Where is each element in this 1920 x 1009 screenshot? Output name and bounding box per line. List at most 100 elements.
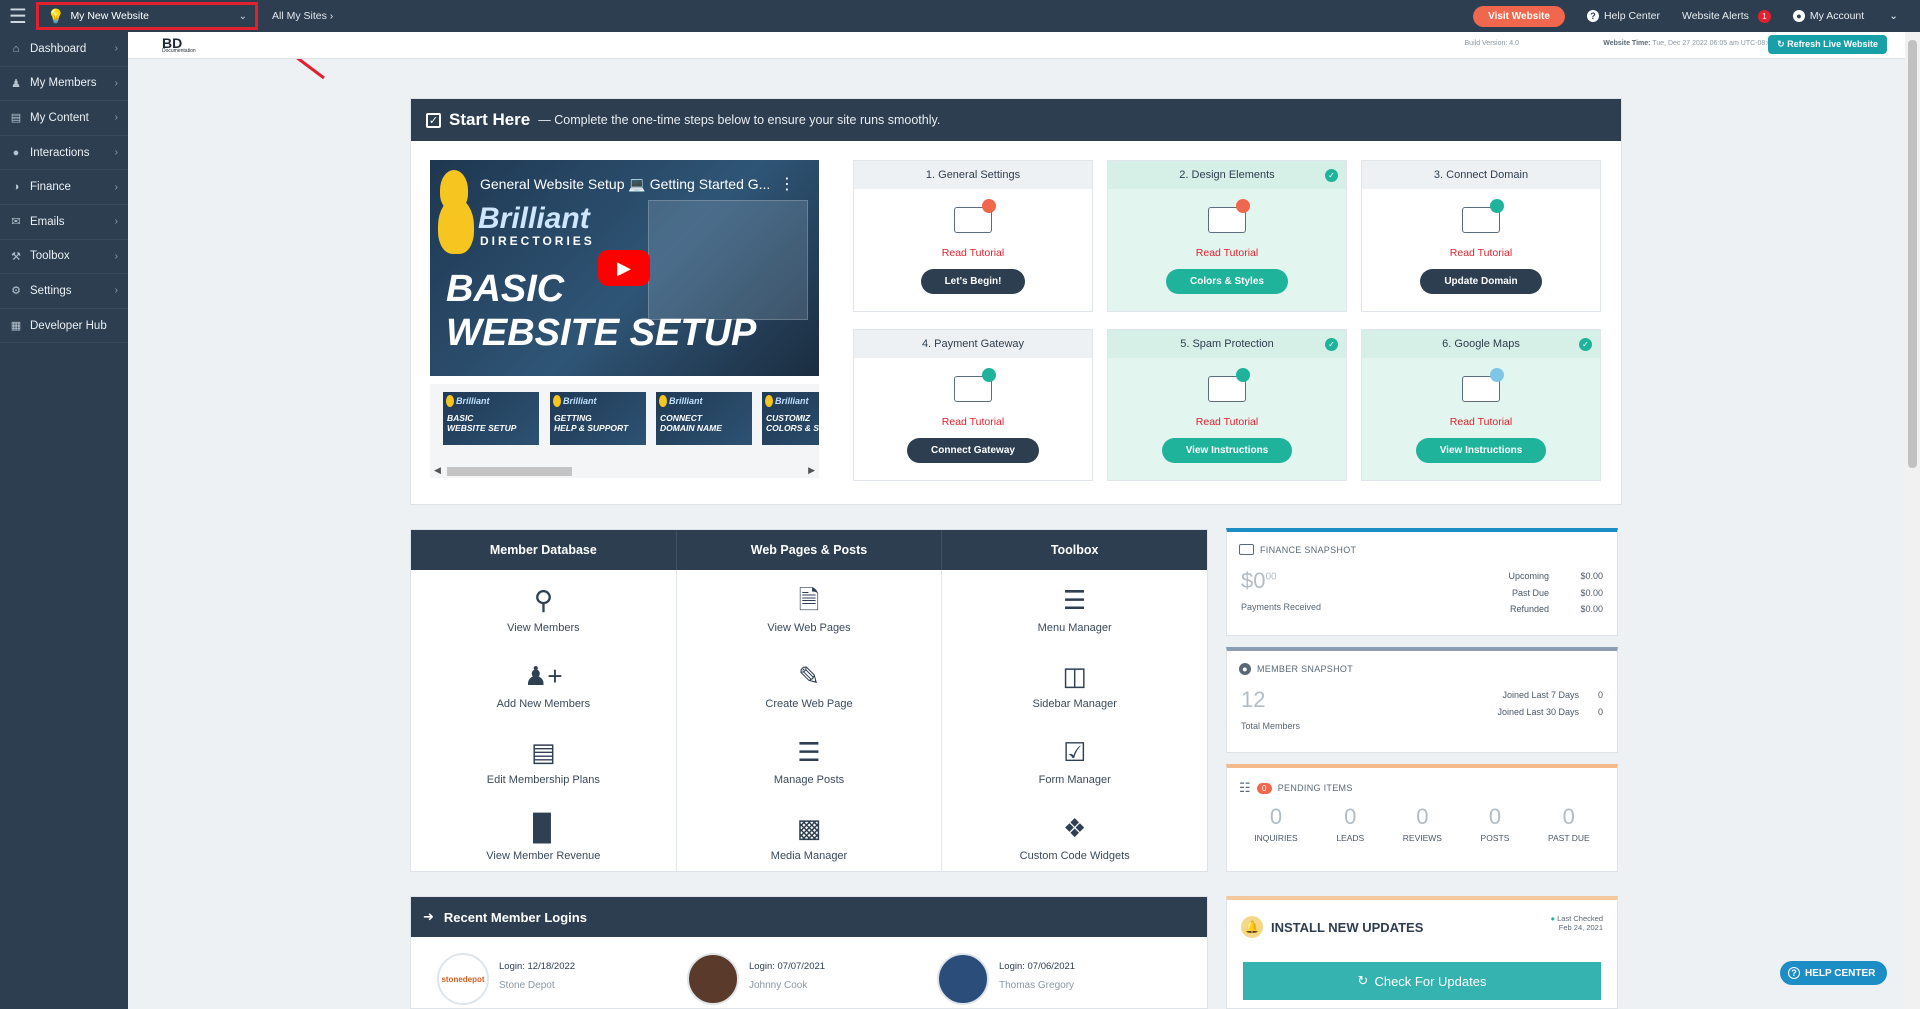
- custom-code-widgets-link[interactable]: ❖ Custom Code Widgets: [942, 812, 1207, 888]
- page-scrollbar[interactable]: [1905, 32, 1920, 1009]
- quick-links-header: Member Database Web Pages & Posts Toolbo…: [411, 530, 1207, 570]
- list-icon: ☰: [1063, 585, 1087, 615]
- form-manager-link[interactable]: ☑ Form Manager: [942, 736, 1207, 812]
- page-scrollbar-thumb[interactable]: [1908, 40, 1917, 468]
- finance-amount-cents: 00: [1265, 571, 1277, 583]
- video-brand-sub: DIRECTORIES: [480, 234, 595, 248]
- user-circle-icon: ●: [1792, 10, 1805, 22]
- sidebar-item-toolbox[interactable]: ⚒ Toolbox ›: [0, 240, 128, 275]
- login-item[interactable]: Login: 07/06/2021 Thomas Gregory: [937, 953, 1075, 1005]
- read-tutorial-link[interactable]: Read Tutorial: [1108, 416, 1346, 428]
- menu-manager-link[interactable]: ☰ Menu Manager: [942, 584, 1207, 660]
- visit-website-button[interactable]: Visit Website: [1473, 5, 1565, 27]
- image-icon: ▩: [796, 813, 822, 843]
- sidebar-item-label: Finance: [30, 181, 71, 194]
- update-domain-button[interactable]: Update Domain: [1420, 269, 1542, 294]
- member-snapshot-header: ● MEMBER SNAPSHOT: [1227, 651, 1617, 675]
- refresh-live-website-button[interactable]: ↻ Refresh Live Website: [1768, 35, 1887, 54]
- sidebar-item-settings[interactable]: ⚙ Settings ›: [0, 274, 128, 309]
- video-thumbnail[interactable]: Brilliant CONNECT DOMAIN NAME: [656, 392, 752, 445]
- login-item[interactable]: Login: 07/07/2021 Johnny Cook: [687, 953, 825, 1005]
- add-new-members-link[interactable]: ♟+ Add New Members: [411, 660, 676, 736]
- sidebar-item-developer-hub[interactable]: ▦ Developer Hub: [0, 309, 128, 344]
- help-center-label: Help Center: [1603, 10, 1660, 22]
- sidebar-item-interactions[interactable]: ● Interactions ›: [0, 136, 128, 171]
- read-tutorial-link[interactable]: Read Tutorial: [1362, 247, 1600, 259]
- view-instructions-button[interactable]: View Instructions: [1415, 438, 1547, 463]
- help-center-floating-button[interactable]: ? HELP CENTER: [1780, 961, 1888, 985]
- user-plus-icon: ♟+: [524, 661, 563, 691]
- colors-styles-button[interactable]: Colors & Styles: [1166, 269, 1288, 294]
- start-here-header: ✓ Start Here — Complete the one-time ste…: [411, 99, 1621, 141]
- chevron-right-icon: ›: [114, 181, 118, 193]
- view-member-revenue-link[interactable]: ▉ View Member Revenue: [411, 812, 676, 888]
- user-circle-icon: ●: [1239, 663, 1251, 675]
- view-members-link[interactable]: ⚲ View Members: [411, 584, 676, 660]
- pending-inquiries[interactable]: 0 INQUIRIES: [1254, 804, 1297, 843]
- my-account-dropdown[interactable]: ● My Account ⌄: [1792, 10, 1898, 22]
- video-thumbnail[interactable]: Brilliant GETTING HELP & SUPPORT: [550, 392, 646, 445]
- login-item[interactable]: stonedepot Login: 12/18/2022 Stone Depot: [437, 953, 575, 1005]
- sidebar-item-label: Dashboard: [30, 42, 87, 55]
- video-thumbnail[interactable]: Brilliant CUSTOMIZ COLORS & S: [762, 392, 819, 445]
- website-time-value: Tue, Dec 27 2022 06:05 am UTC-08:00: [1652, 40, 1775, 47]
- login-info: Login: 07/07/2021 Johnny Cook: [749, 953, 825, 1005]
- scroll-left-icon[interactable]: ◀: [434, 465, 441, 476]
- sidebar-item-emails[interactable]: ✉ Emails ›: [0, 205, 128, 240]
- sidebar-manager-link[interactable]: ◫ Sidebar Manager: [942, 660, 1207, 736]
- read-tutorial-link[interactable]: Read Tutorial: [1362, 416, 1600, 428]
- edit-membership-plans-link[interactable]: ▤ Edit Membership Plans: [411, 736, 676, 812]
- login-date: Login: 07/06/2021: [999, 961, 1076, 972]
- pending-reviews[interactable]: 0 REVIEWS: [1403, 804, 1442, 843]
- chevron-down-icon: ⌄: [238, 10, 247, 22]
- read-tutorial-link[interactable]: Read Tutorial: [854, 416, 1092, 428]
- pending-value: 0: [1416, 804, 1429, 829]
- pending-value: 0: [1562, 804, 1575, 829]
- sidebar-item-finance[interactable]: ◑ Finance ›: [0, 170, 128, 205]
- lets-begin-button[interactable]: Let's Begin!: [920, 269, 1026, 294]
- domain-illustration-icon: [1458, 199, 1504, 239]
- read-tutorial-link[interactable]: Read Tutorial: [854, 247, 1092, 259]
- website-alerts-link[interactable]: Website Alerts 1: [1682, 9, 1771, 23]
- hamburger-menu-icon[interactable]: ☰: [0, 0, 36, 32]
- tutorial-video-player[interactable]: General Website Setup 💻 Getting Started …: [430, 160, 819, 376]
- web-pages-posts-heading: Web Pages & Posts: [677, 530, 943, 570]
- media-manager-link[interactable]: ▩ Media Manager: [677, 812, 942, 888]
- video-brand: Brilliant: [478, 202, 590, 235]
- sign-in-icon: ➜: [423, 909, 434, 924]
- check-for-updates-button[interactable]: ↻ Check For Updates: [1243, 962, 1601, 1000]
- thumbnails-scrollbar[interactable]: ◀ ▶: [430, 464, 819, 478]
- manage-posts-link[interactable]: ☰ Manage Posts: [677, 736, 942, 812]
- more-options-icon[interactable]: ⋮: [779, 174, 795, 194]
- pending-posts[interactable]: 0 POSTS: [1481, 804, 1510, 843]
- help-center-link[interactable]: ? Help Center: [1586, 10, 1660, 22]
- pending-leads[interactable]: 0 LEADS: [1336, 804, 1364, 843]
- quick-links-panel: Member Database Web Pages & Posts Toolbo…: [410, 529, 1208, 872]
- login-name: Thomas Gregory: [999, 980, 1075, 991]
- file-icon: 🗎: [798, 585, 820, 615]
- view-instructions-button[interactable]: View Instructions: [1161, 438, 1293, 463]
- check-for-updates-label: Check For Updates: [1374, 973, 1487, 989]
- sidebar-item-label: My Content: [30, 111, 89, 124]
- sidebar-item-my-members[interactable]: ♟ My Members ›: [0, 67, 128, 102]
- sidebar-item-my-content[interactable]: ▤ My Content ›: [0, 101, 128, 136]
- scroll-right-icon[interactable]: ▶: [808, 465, 815, 476]
- pending-past-due[interactable]: 0 PAST DUE: [1548, 804, 1590, 843]
- install-updates-panel: 🔔 INSTALL NEW UPDATES ● Last Checked Feb…: [1226, 896, 1618, 1009]
- video-thumbnail[interactable]: Brilliant BASIC WEBSITE SETUP: [443, 392, 539, 445]
- play-button-icon[interactable]: ▶: [598, 250, 650, 286]
- quick-link-label: Edit Membership Plans: [486, 774, 600, 786]
- pending-items-title: PENDING ITEMS: [1277, 783, 1353, 793]
- sidebar-item-dashboard[interactable]: ⌂ Dashboard ›: [0, 32, 128, 67]
- toolbox-column: ☰ Menu Manager ◫ Sidebar Manager ☑ Form …: [942, 570, 1207, 872]
- view-web-pages-link[interactable]: 🗎 View Web Pages: [677, 584, 942, 660]
- all-my-sites-link[interactable]: All My Sites ›: [272, 10, 333, 22]
- connect-gateway-button[interactable]: Connect Gateway: [907, 438, 1039, 463]
- bd-logo[interactable]: BD Documentation: [162, 35, 196, 54]
- brand-lightbulb-large-icon: [438, 198, 474, 254]
- site-selector-dropdown[interactable]: 💡 My New Website ⌄: [36, 2, 258, 30]
- scrollbar-thumb[interactable]: [447, 467, 572, 476]
- create-web-page-link[interactable]: ✎ Create Web Page: [677, 660, 942, 736]
- read-tutorial-link[interactable]: Read Tutorial: [1108, 247, 1346, 259]
- website-time: Website Time: Tue, Dec 27 2022 06:05 am …: [1603, 40, 1775, 47]
